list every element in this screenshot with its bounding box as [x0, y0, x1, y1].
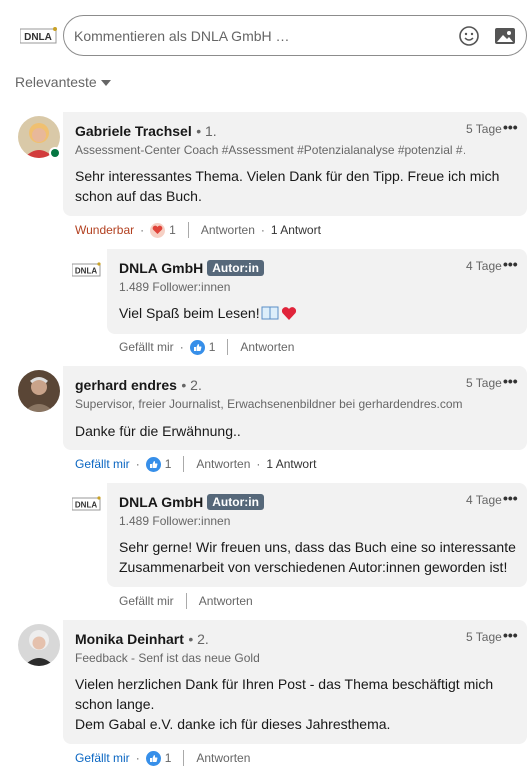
reply-author-name[interactable]: DNLA GmbH [119, 494, 203, 510]
comment-time: 5 Tage [466, 122, 502, 136]
reply-actions: Gefällt mir · 1 Antworten [119, 339, 295, 355]
comment-time: 5 Tage [466, 630, 502, 644]
reaction-count[interactable]: 1 [145, 750, 171, 766]
avatar[interactable] [18, 370, 60, 412]
author-badge: Autor:in [207, 260, 264, 276]
connection-degree: • 2. [188, 631, 209, 647]
reaction-button[interactable]: Wunderbar [75, 223, 134, 237]
author-line: Gabriele Trachsel • 1. [75, 123, 217, 141]
author-headline: Feedback - Senf ist das neue Gold [75, 651, 260, 665]
author-name[interactable]: Monika Deinhart [75, 631, 184, 647]
connection-degree: • 2. [181, 377, 202, 393]
author-name[interactable]: Gabriele Trachsel [75, 123, 192, 139]
comment-text: Danke für die Erwähnung.. [75, 423, 241, 439]
reply-author-line: DNLA GmbH Autor:in [119, 494, 264, 510]
comment-text: Vielen herzlichen Dank für Ihren Post - … [75, 676, 494, 732]
comment-actions: Wunderbar · 1 Antworten · 1 Antwort [75, 222, 321, 238]
reply-button[interactable]: Antworten [201, 223, 255, 237]
author-badge: Autor:in [207, 494, 264, 510]
reply-followers: 1.489 Follower:innen [119, 280, 231, 294]
author-headline: Assessment-Center Coach #Assessment #Pot… [75, 143, 465, 157]
thumbs-up-icon [189, 339, 205, 355]
comment-actions: Gefällt mir · 1 Antworten [75, 750, 251, 766]
reply-time: 4 Tage [466, 493, 502, 507]
more-options-icon[interactable]: ••• [503, 373, 518, 389]
more-options-icon[interactable]: ••• [503, 256, 518, 272]
more-options-icon[interactable]: ••• [503, 119, 518, 135]
replies-count[interactable]: 1 Antwort [266, 457, 316, 471]
reply-author-logo[interactable]: DNLA [71, 262, 102, 283]
like-button[interactable]: Gefällt mir [119, 340, 174, 354]
comment-input[interactable] [74, 16, 454, 55]
reply-author-name[interactable]: DNLA GmbH [119, 260, 203, 276]
thumbs-up-icon [145, 456, 161, 472]
svg-text:DNLA: DNLA [24, 32, 52, 43]
author-name[interactable]: gerhard endres [75, 377, 177, 393]
reply-author-line: DNLA GmbH Autor:in [119, 260, 264, 276]
reply-followers: 1.489 Follower:innen [119, 514, 231, 528]
like-button[interactable]: Gefällt mir [75, 457, 130, 471]
svg-text:DNLA: DNLA [75, 501, 97, 510]
online-status-icon [49, 147, 61, 159]
reply-time: 4 Tage [466, 259, 502, 273]
image-icon[interactable] [490, 21, 520, 51]
reaction-count[interactable]: 1 [189, 339, 215, 355]
reply-button[interactable]: Antworten [196, 457, 250, 471]
heart-icon [281, 306, 297, 321]
reply-author-logo[interactable]: DNLA [71, 496, 102, 517]
like-button[interactable]: Gefällt mir [75, 751, 130, 765]
book-icon [261, 305, 279, 321]
comment-text: Sehr interessantes Thema. Vielen Dank fü… [75, 168, 500, 204]
avatar[interactable] [18, 624, 60, 666]
replies-count[interactable]: 1 Antwort [271, 223, 321, 237]
reply-button[interactable]: Antworten [199, 594, 253, 608]
author-line: gerhard endres • 2. [75, 377, 202, 395]
comment-composer [63, 15, 527, 56]
more-options-icon[interactable]: ••• [503, 490, 518, 506]
heart-icon [150, 222, 166, 238]
thumbs-up-icon [145, 750, 161, 766]
comment-time: 5 Tage [466, 376, 502, 390]
reply-text: Sehr gerne! Wir freuen uns, dass das Buc… [119, 539, 516, 575]
reaction-count[interactable]: 1 [150, 222, 176, 238]
sort-dropdown[interactable]: Relevanteste [15, 74, 111, 90]
sort-label: Relevanteste [15, 74, 97, 90]
more-options-icon[interactable]: ••• [503, 627, 518, 643]
reply-button[interactable]: Antworten [196, 751, 250, 765]
emoji-icon[interactable] [454, 21, 484, 51]
author-headline: Supervisor, freier Journalist, Erwachsen… [75, 397, 463, 411]
reply-actions: Gefällt mir Antworten [119, 591, 253, 611]
comment-actions: Gefällt mir · 1 Antworten · 1 Antwort [75, 456, 317, 472]
reply-button[interactable]: Antworten [240, 340, 294, 354]
author-line: Monika Deinhart • 2. [75, 631, 209, 649]
reaction-count[interactable]: 1 [145, 456, 171, 472]
reply-text: Viel Spaß beim Lesen! [119, 303, 297, 323]
company-logo: DNLA [20, 26, 58, 46]
chevron-down-icon [100, 79, 111, 86]
connection-degree: • 1. [196, 123, 217, 139]
svg-text:DNLA: DNLA [75, 267, 97, 276]
like-button[interactable]: Gefällt mir [119, 594, 174, 608]
